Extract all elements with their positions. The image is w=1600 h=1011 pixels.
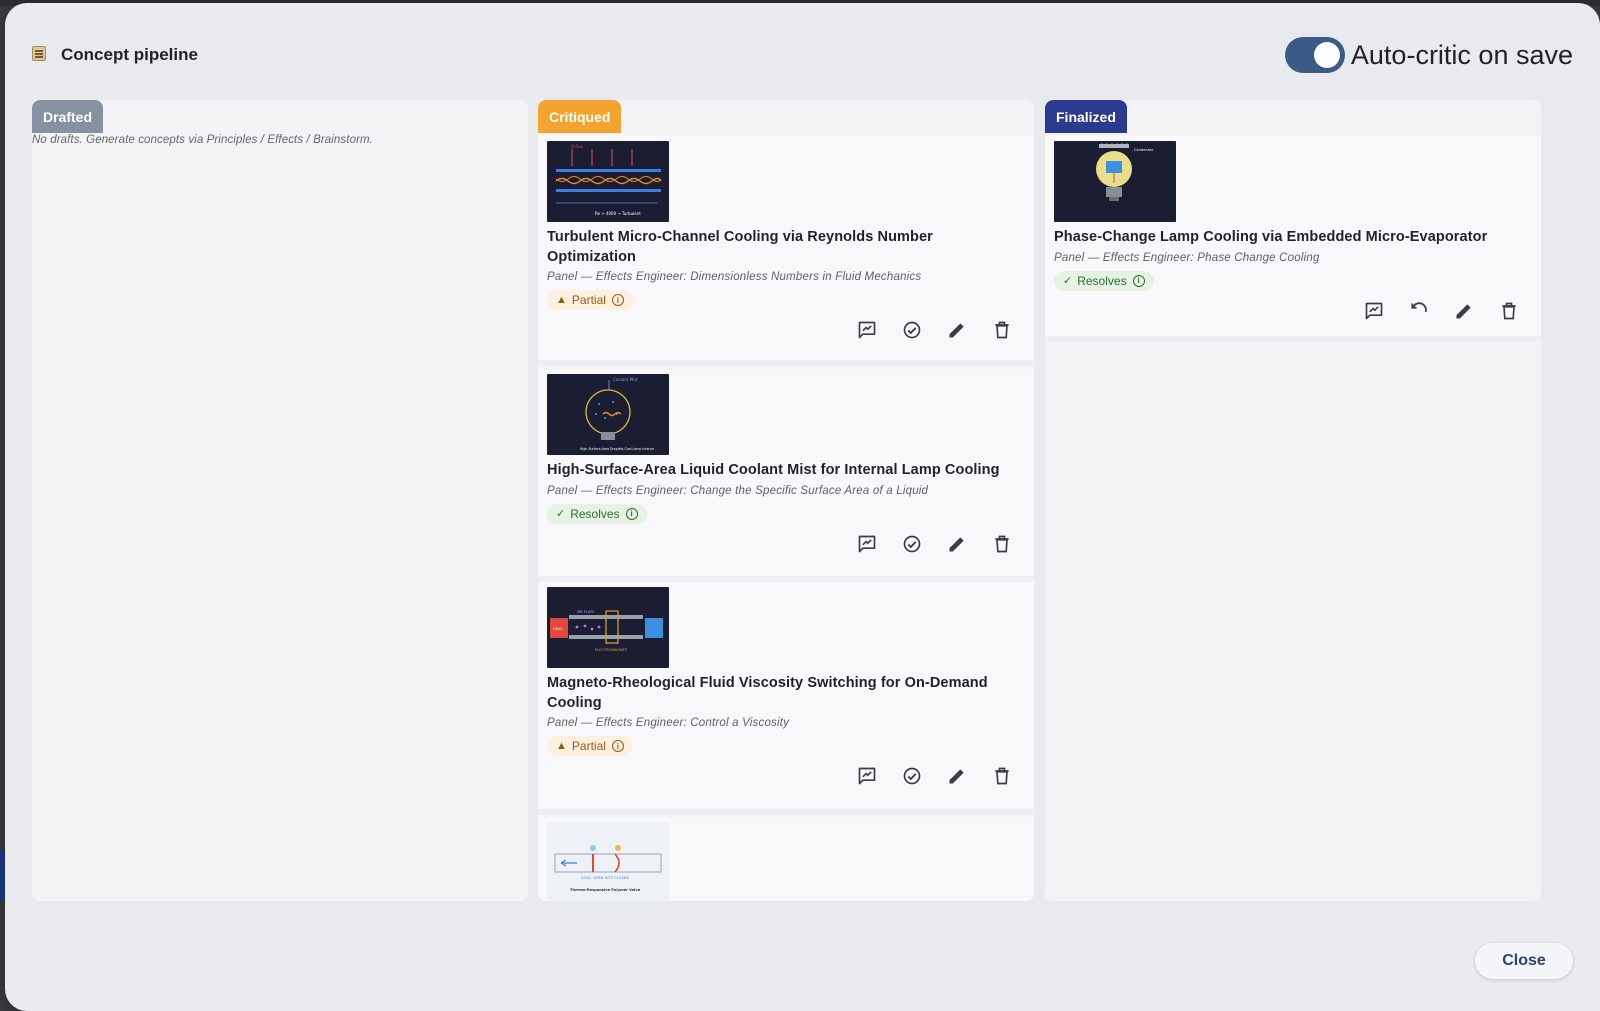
- undo-button[interactable]: [1407, 299, 1431, 323]
- concept-thumbnail: COOL: OPEN HOT: CLOSED Thermo-Responsive…: [547, 822, 669, 901]
- close-button[interactable]: Close: [1475, 943, 1573, 979]
- svg-text:High-Surface-Area Droplets Coo: High-Surface-Area Droplets Cool Lamp Int…: [580, 447, 655, 451]
- svg-text:HEAT: HEAT: [553, 627, 563, 631]
- concept-thumbnail: Q flux Re > 4000 → Turbulent: [547, 141, 669, 222]
- toggle-knob: [1313, 42, 1340, 68]
- trash-icon: [995, 767, 1009, 785]
- concept-source: Panel — Effects Engineer: Change the Spe…: [547, 484, 929, 497]
- status-text: Partial: [571, 739, 606, 753]
- undo-icon: [1411, 302, 1427, 313]
- concept-title: High-Surface-Area Liquid Coolant Mist fo…: [547, 462, 1000, 478]
- drafted-empty-message: No drafts. Generate concepts via Princip…: [32, 134, 373, 146]
- svg-text:Coolant Mist: Coolant Mist: [613, 377, 638, 382]
- critique-button[interactable]: [855, 532, 879, 556]
- concept-source: Panel — Effects Engineer: Phase Change C…: [1054, 251, 1320, 264]
- svg-text:MR FLUID: MR FLUID: [577, 610, 594, 614]
- dialog-header: Concept pipeline Auto-critic on save: [5, 3, 1600, 103]
- card-actions: [855, 318, 1014, 342]
- concept-card[interactable]: Coolant Mist High-Surface-Area Droplets …: [538, 369, 1034, 582]
- auto-critic-toggle[interactable]: [1284, 37, 1345, 73]
- finalized-card-list[interactable]: Condenser Phase-Change Lamp Cooling via …: [1045, 136, 1541, 901]
- drafted-column: Drafted No drafts. Generate concepts via…: [32, 100, 528, 901]
- critique-icon: [1365, 302, 1383, 320]
- card-actions: [1362, 299, 1521, 323]
- concept-source: Panel — Effects Engineer: Dimensionless …: [547, 271, 922, 283]
- svg-text:Condenser: Condenser: [1134, 148, 1154, 152]
- status-badge-partial[interactable]: ▲ Partial i: [547, 290, 633, 310]
- concept-pipeline-dialog: Concept pipeline Auto-critic on save Dra…: [5, 3, 1600, 1011]
- approve-button[interactable]: [900, 764, 924, 788]
- card-actions: [855, 532, 1014, 556]
- check-circle-icon: [903, 321, 921, 339]
- approve-button[interactable]: [900, 532, 924, 556]
- critiqued-column-tag: Critiqued: [538, 100, 622, 133]
- drafted-column-tag: Drafted: [32, 100, 104, 133]
- check-circle-icon: [903, 767, 921, 785]
- auto-critic-label: Auto-critic on save: [1350, 39, 1573, 70]
- status-text: Partial: [571, 293, 606, 307]
- status-badge-partial[interactable]: ▲ Partial i: [547, 736, 633, 756]
- trash-icon: [995, 321, 1009, 339]
- pencil-icon: [1456, 304, 1471, 319]
- critiqued-card-list[interactable]: Q flux Re > 4000 → Turbulent Turbulent M…: [538, 136, 1034, 901]
- concept-card[interactable]: HEAT MR FLUID ELECTROMAGNET Magneto-Rheo…: [538, 582, 1034, 815]
- status-text: Resolves: [570, 506, 620, 521]
- concept-thumbnail: Coolant Mist High-Surface-Area Droplets …: [547, 374, 669, 455]
- critique-button[interactable]: [1362, 299, 1386, 323]
- checkmark-icon: ✓: [1063, 275, 1073, 287]
- svg-text:COOL: OPEN HOT: CLOSED: COOL: OPEN HOT: CLOSED: [581, 876, 629, 880]
- svg-text:Re > 4000 → Turbulent: Re > 4000 → Turbulent: [595, 211, 641, 216]
- edit-button[interactable]: [1452, 299, 1476, 323]
- auto-critic-toggle-control[interactable]: Auto-critic on save: [1284, 36, 1573, 74]
- concept-thumbnail: Condenser: [1054, 141, 1176, 222]
- dialog-title: Concept pipeline: [61, 45, 198, 64]
- edit-button[interactable]: [945, 532, 969, 556]
- status-text: Resolves: [1077, 273, 1127, 288]
- trash-icon: [1502, 302, 1516, 320]
- critique-icon: [858, 321, 876, 339]
- checkmark-icon: ✓: [556, 508, 566, 520]
- pencil-icon: [949, 537, 964, 552]
- svg-text:ELECTROMAGNET: ELECTROMAGNET: [595, 648, 628, 652]
- status-badge-resolves[interactable]: ✓ Resolves i: [547, 503, 647, 524]
- info-icon[interactable]: i: [611, 294, 624, 306]
- svg-text:Thermo-Responsive Polymer Valv: Thermo-Responsive Polymer Valve: [570, 888, 641, 892]
- concept-title: Turbulent Micro-Channel Cooling via Reyn…: [547, 229, 933, 265]
- status-badge-resolves[interactable]: ✓ Resolves i: [1054, 270, 1154, 291]
- info-icon[interactable]: i: [625, 507, 638, 520]
- concept-title: Phase-Change Lamp Cooling via Embedded M…: [1054, 229, 1488, 245]
- critique-icon: [858, 535, 876, 553]
- delete-button[interactable]: [1497, 299, 1521, 323]
- delete-button[interactable]: [990, 318, 1014, 342]
- approve-button[interactable]: [900, 318, 924, 342]
- info-icon[interactable]: i: [611, 740, 624, 752]
- info-icon[interactable]: i: [1132, 274, 1145, 287]
- pencil-icon: [949, 323, 964, 338]
- finalized-column-tag: Finalized: [1045, 100, 1127, 133]
- edit-button[interactable]: [945, 318, 969, 342]
- concept-card[interactable]: COOL: OPEN HOT: CLOSED Thermo-Responsive…: [538, 817, 1034, 901]
- pencil-icon: [949, 769, 964, 784]
- finalized-column: Finalized Condenser Phase-Change Lamp Co…: [1045, 100, 1541, 901]
- delete-button[interactable]: [990, 532, 1014, 556]
- critiqued-column: Critiqued Q flux Re > 4000 → Turbulent T…: [538, 100, 1034, 901]
- trash-icon: [995, 535, 1009, 553]
- warning-triangle-icon: ▲: [556, 294, 567, 306]
- delete-button[interactable]: [990, 764, 1014, 788]
- svg-text:Q flux: Q flux: [571, 144, 583, 149]
- edit-button[interactable]: [945, 764, 969, 788]
- clipboard-icon: [32, 46, 46, 61]
- card-actions: [855, 764, 1014, 788]
- concept-card[interactable]: Condenser Phase-Change Lamp Cooling via …: [1045, 136, 1541, 342]
- concept-card[interactable]: Q flux Re > 4000 → Turbulent Turbulent M…: [538, 136, 1034, 366]
- critique-button[interactable]: [855, 318, 879, 342]
- concept-thumbnail: HEAT MR FLUID ELECTROMAGNET: [547, 587, 669, 668]
- check-circle-icon: [903, 535, 921, 553]
- concept-title: Magneto-Rheological Fluid Viscosity Swit…: [547, 675, 988, 711]
- concept-source: Panel — Effects Engineer: Control a Visc…: [547, 717, 790, 729]
- warning-triangle-icon: ▲: [556, 740, 567, 752]
- critique-icon: [858, 767, 876, 785]
- critique-button[interactable]: [855, 764, 879, 788]
